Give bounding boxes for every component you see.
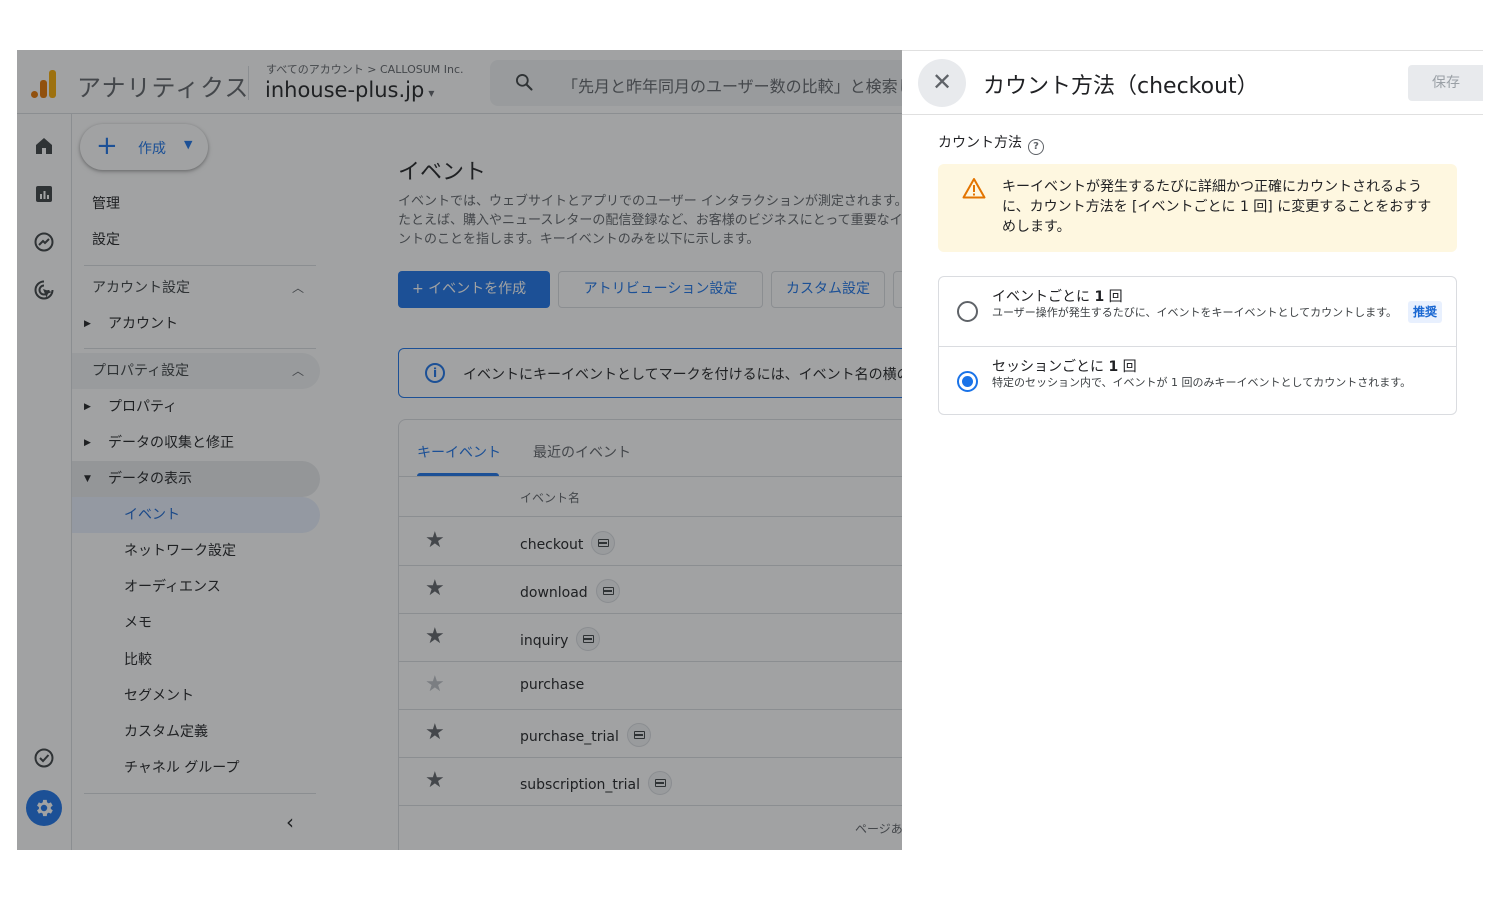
counting-options: イベントごとに 1 回 ユーザー操作が発生するたびに、イベントをキーイベントとし…: [938, 276, 1457, 415]
screen-frame: アナリティクス すべてのアカウント > CALLOSUM Inc. inhous…: [17, 50, 1483, 850]
option-title-suffix: 回: [1118, 359, 1137, 375]
option-title: セッションごとに 1 回: [992, 356, 1137, 376]
option-once-per-event[interactable]: イベントごとに 1 回 ユーザー操作が発生するたびに、イベントをキーイベントとし…: [939, 277, 1456, 346]
option-title-prefix: セッションごとに: [992, 359, 1109, 375]
help-icon[interactable]: ?: [1028, 139, 1044, 155]
option-title-number: 1: [1094, 289, 1105, 305]
warning-icon: [962, 178, 986, 199]
radio-once-per-session[interactable]: [957, 371, 978, 392]
panel-header: ✕ カウント方法（checkout） 保存: [902, 51, 1483, 115]
analytics-app: アナリティクス すべてのアカウント > CALLOSUM Inc. inhous…: [17, 50, 902, 850]
close-icon: ✕: [931, 68, 953, 96]
panel-title: カウント方法（checkout）: [983, 74, 1259, 99]
counting-method-label: カウント方法?: [938, 132, 1044, 155]
modal-scrim[interactable]: [17, 50, 902, 850]
close-button[interactable]: ✕: [918, 59, 966, 107]
counting-method-label-text: カウント方法: [938, 135, 1022, 151]
warning-text: キーイベントが発生するたびに詳細かつ正確にカウントされるように、カウント方法を …: [1002, 179, 1432, 235]
warning-banner: キーイベントが発生するたびに詳細かつ正確にカウントされるように、カウント方法を …: [938, 164, 1457, 252]
save-button[interactable]: 保存: [1408, 65, 1483, 101]
option-description: ユーザー操作が発生するたびに、イベントをキーイベントとしてカウントします。: [992, 306, 1398, 319]
option-title-number: 1: [1108, 359, 1119, 375]
option-title-suffix: 回: [1104, 289, 1123, 305]
option-description: 特定のセッション内で、イベントが 1 回のみキーイベントとしてカウントされます。: [992, 376, 1412, 389]
recommended-badge: 推奨: [1408, 301, 1443, 323]
option-title-prefix: イベントごとに: [992, 289, 1095, 305]
option-once-per-session[interactable]: セッションごとに 1 回 特定のセッション内で、イベントが 1 回のみキーイベン…: [939, 346, 1456, 415]
counting-method-panel: ✕ カウント方法（checkout） 保存 カウント方法? キーイベントが発生す…: [902, 50, 1483, 850]
radio-once-per-event[interactable]: [957, 301, 978, 322]
option-title: イベントごとに 1 回: [992, 286, 1123, 306]
